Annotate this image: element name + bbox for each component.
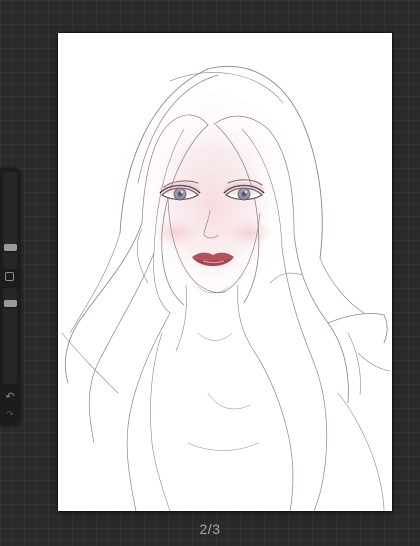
square-icon[interactable] [5,272,14,281]
drawing-canvas[interactable] [58,33,392,511]
sidebar-toolbar: ↶ ↷ [0,168,20,426]
artwork-sketch [61,65,391,511]
page-indicator: 2/3 [199,521,221,537]
opacity-slider-thumb[interactable] [4,300,17,307]
brush-size-slider[interactable] [3,172,17,269]
undo-icon[interactable]: ↶ [2,390,18,404]
redo-icon[interactable]: ↷ [2,408,18,420]
drawing-app: ↶ ↷ 2/3 [0,0,420,546]
brush-size-slider-thumb[interactable] [4,244,17,251]
opacity-slider[interactable] [3,288,17,384]
